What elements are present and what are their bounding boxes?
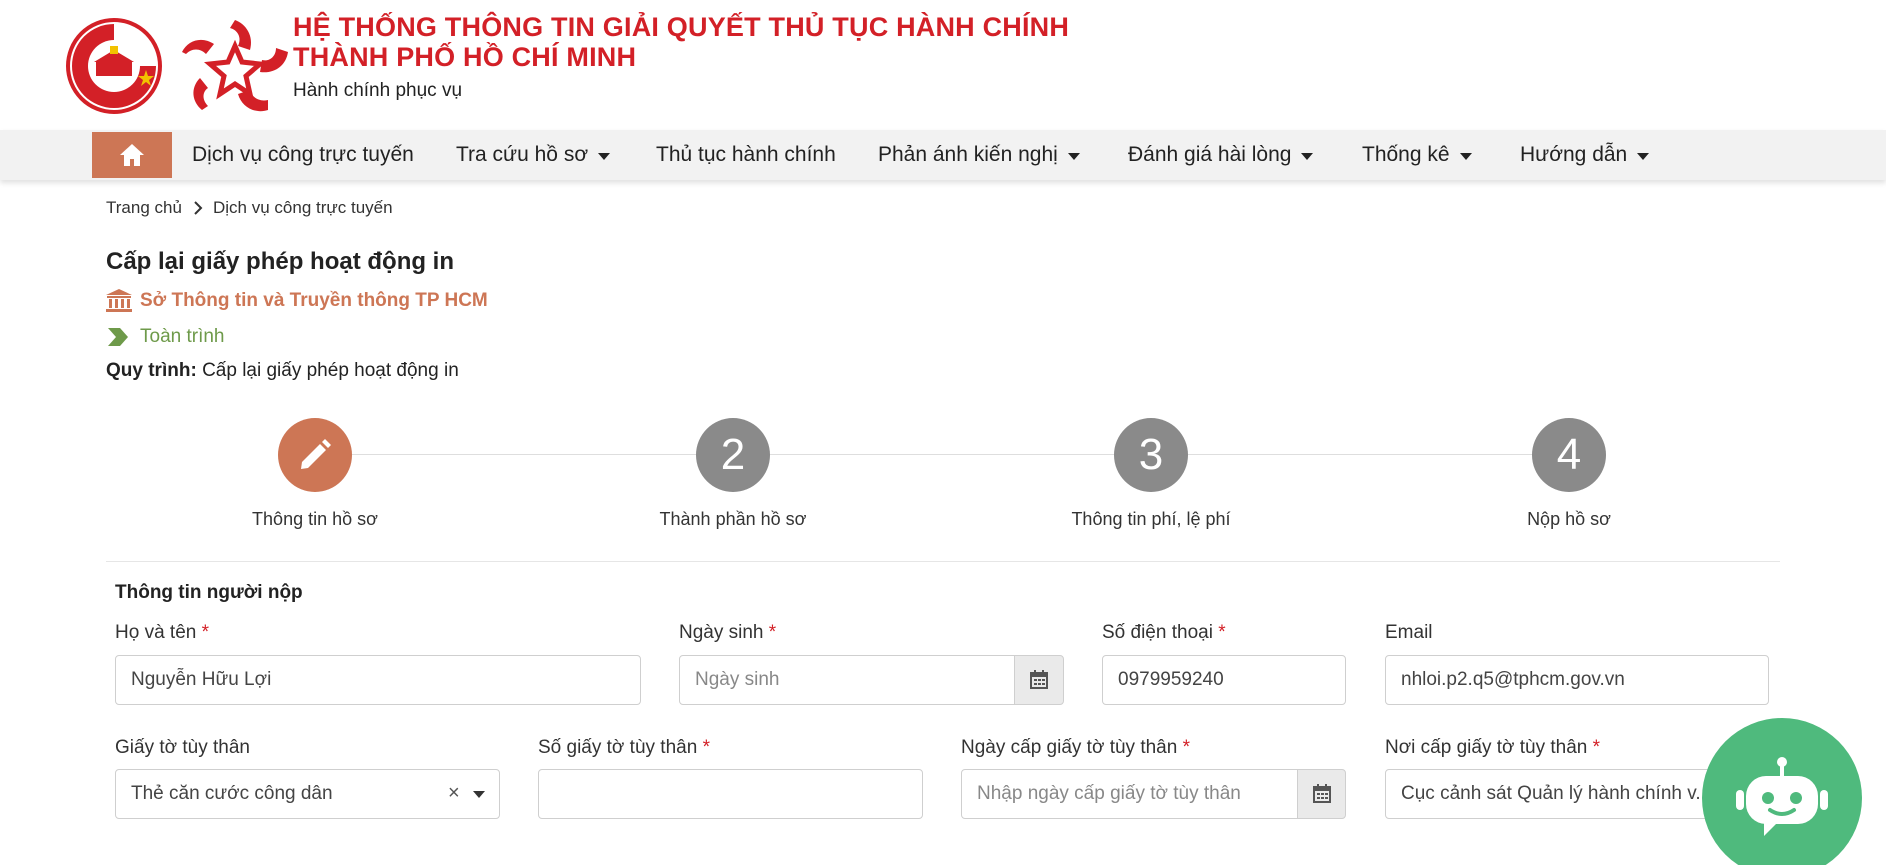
scope-row: Toàn trình: [106, 322, 225, 352]
nav-item-label: Thủ tục hành chính: [656, 143, 836, 166]
nav-item-guide[interactable]: Hướng dẫn: [1520, 130, 1650, 180]
caret-down-icon: [1301, 152, 1314, 160]
system-title-line-2: THÀNH PHỐ HỒ CHÍ MINH: [293, 42, 637, 72]
stepper-track: [315, 454, 1570, 455]
nav-item-label: Thống kê: [1362, 143, 1450, 166]
step-3-circle[interactable]: 3: [1114, 418, 1188, 492]
full-name-label: Họ và tên *: [115, 622, 210, 643]
agency-row: Sở Thông tin và Truyền thông TP HCM: [106, 286, 488, 316]
id-issue-date-calendar-button[interactable]: [1297, 769, 1346, 819]
step-3-label: Thông tin phí, lệ phí: [1071, 509, 1231, 529]
hands-star-logo[interactable]: [176, 16, 294, 116]
caret-down-icon: [1067, 152, 1080, 160]
phone-field[interactable]: 0979959240: [1102, 655, 1346, 705]
step-2-label: Thành phần hồ sơ: [659, 509, 807, 529]
calendar-icon: [1030, 670, 1048, 689]
nav-item-label: Đánh giá hài lòng: [1128, 143, 1292, 166]
chatbot-button[interactable]: [1702, 718, 1862, 865]
chevron-right-icon: [194, 201, 203, 215]
email-field[interactable]: nhloi.p2.q5@tphcm.gov.vn: [1385, 655, 1769, 705]
id-type-select[interactable]: Thẻ căn cước công dân: [115, 769, 500, 819]
id-number-field[interactable]: [538, 769, 923, 819]
nav-item-satisfaction[interactable]: Đánh giá hài lòng: [1128, 130, 1314, 180]
section-divider: [106, 561, 1780, 562]
id-issue-place-value: Cục cảnh sát Quản lý hành chính v...: [1401, 783, 1712, 804]
step-4-circle[interactable]: 4: [1532, 418, 1606, 492]
nav-item-statistics[interactable]: Thống kê: [1362, 130, 1472, 180]
birth-date-label: Ngày sinh *: [679, 622, 777, 643]
id-type-clear-icon[interactable]: ×: [448, 782, 460, 805]
id-issue-place-label: Nơi cấp giấy tờ tùy thân *: [1385, 737, 1601, 758]
nav-item-label: Tra cứu hồ sơ: [456, 143, 589, 166]
calendar-icon: [1312, 784, 1331, 803]
agency-name: Sở Thông tin và Truyền thông TP HCM: [140, 290, 488, 311]
system-title-line-1: HỆ THỐNG THÔNG TIN GIẢI QUYẾT THỦ TỤC HÀ…: [293, 12, 1070, 42]
main-nav: Dịch vụ công trực tuyến Tra cứu hồ sơ Th…: [0, 130, 1886, 180]
nav-item-procedures[interactable]: Thủ tục hành chính: [656, 130, 836, 180]
hcmc-emblem-logo[interactable]: [66, 18, 162, 114]
id-issue-date-field[interactable]: Nhập ngày cấp giấy tờ tùy thân: [961, 769, 1298, 819]
breadcrumb-current: Dịch vụ công trực tuyến: [213, 198, 393, 217]
site-header: HỆ THỐNG THÔNG TIN GIẢI QUYẾT THỦ TỤC HÀ…: [0, 0, 1886, 130]
id-type-label: Giấy tờ tùy thân: [115, 737, 250, 758]
caret-down-icon: [598, 152, 611, 160]
step-1-circle[interactable]: [278, 418, 352, 492]
nav-item-label: Dịch vụ công trực tuyến: [192, 143, 414, 166]
process-label: Quy trình:: [106, 360, 197, 381]
page-title: Cấp lại giấy phép hoạt động in: [106, 248, 455, 275]
birth-date-calendar-button[interactable]: [1014, 655, 1064, 705]
home-icon: [120, 144, 144, 166]
full-name-field[interactable]: Nguyễn Hữu Lợi: [115, 655, 641, 705]
step-1-label: Thông tin hồ sơ: [252, 509, 378, 529]
caret-down-icon: [1637, 152, 1650, 160]
id-issue-date-label: Ngày cấp giấy tờ tùy thân *: [961, 737, 1190, 758]
nav-item-label: Phản ánh kiến nghị: [878, 143, 1058, 166]
caret-down-icon: [1459, 152, 1472, 160]
birth-date-field[interactable]: Ngày sinh: [679, 655, 1015, 705]
process-value: Cấp lại giấy phép hoạt động in: [202, 360, 459, 381]
id-type-value: Thẻ căn cước công dân: [131, 783, 333, 804]
building-icon: [106, 289, 132, 312]
id-type-dropdown-icon[interactable]: [473, 791, 485, 798]
id-number-label: Số giấy tờ tùy thân *: [538, 737, 710, 758]
robot-icon: [1736, 757, 1828, 836]
phone-label: Số điện thoại *: [1102, 622, 1226, 643]
nav-item-feedback[interactable]: Phản ánh kiến nghị: [878, 130, 1080, 180]
pencil-icon: [301, 439, 331, 469]
nav-item-online-services[interactable]: Dịch vụ công trực tuyến: [192, 130, 414, 180]
step-2-circle[interactable]: 2: [696, 418, 770, 492]
nav-item-label: Hướng dẫn: [1520, 143, 1628, 166]
breadcrumb-home-link[interactable]: Trang chủ: [106, 198, 182, 218]
nav-home-button[interactable]: [92, 132, 172, 178]
scope-label: Toàn trình: [140, 326, 225, 347]
email-label: Email: [1385, 622, 1433, 643]
system-subtitle: Hành chính phục vụ: [293, 80, 463, 101]
step-4-label: Nộp hồ sơ: [1527, 509, 1611, 529]
nav-item-lookup[interactable]: Tra cứu hồ sơ: [456, 130, 611, 180]
section-title: Thông tin người nộp: [115, 582, 303, 603]
process-row: Quy trình: Cấp lại giấy phép hoạt động i…: [106, 360, 459, 382]
chevron-tag-icon: [108, 328, 128, 346]
